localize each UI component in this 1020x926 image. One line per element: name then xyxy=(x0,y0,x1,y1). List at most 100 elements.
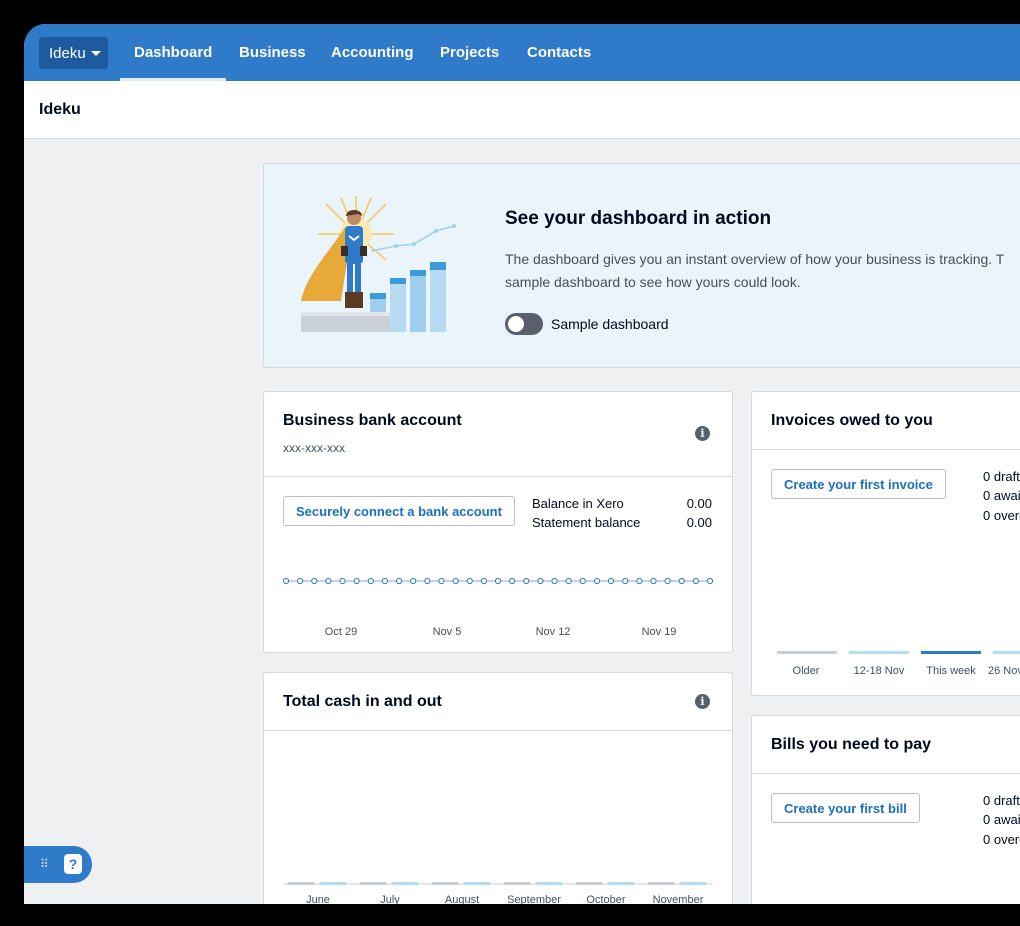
balance-point xyxy=(706,577,714,585)
invoice-bar-26-nov[interactable] xyxy=(993,651,1020,654)
balance-point xyxy=(410,577,417,585)
bills-overdue-count: 0 overc xyxy=(983,832,1020,847)
bank-balance-line-chart xyxy=(282,577,714,585)
balance-point xyxy=(311,577,318,585)
device-frame: Ideku Dashboard Business Accounting Proj… xyxy=(0,0,1020,926)
month-label: July xyxy=(380,894,400,904)
balance-point xyxy=(537,577,544,585)
invoices-owed-card: Invoices owed to you Create your first i… xyxy=(751,391,1020,696)
balance-point xyxy=(678,577,685,585)
balance-point xyxy=(282,577,290,585)
balance-point xyxy=(636,577,643,585)
sample-dashboard-toggle[interactable] xyxy=(505,313,543,335)
month-label: October xyxy=(586,894,626,904)
nav-tab-business[interactable]: Business xyxy=(239,24,306,81)
invoices-draft-count: 0 draft xyxy=(983,469,1020,484)
card-divider xyxy=(752,773,1020,774)
balance-point xyxy=(551,577,558,585)
month-label: August xyxy=(444,894,480,904)
cash-bar-chart xyxy=(284,882,712,885)
invoice-bar-12-18-nov[interactable] xyxy=(849,651,909,654)
invoices-card-title: Invoices owed to you xyxy=(771,412,933,429)
nav-tab-contacts[interactable]: Contacts xyxy=(527,24,591,81)
balance-point xyxy=(692,577,699,585)
invoice-bar-older[interactable] xyxy=(777,651,837,654)
banner-description-line-1: The dashboard gives you an instant overv… xyxy=(505,251,1005,267)
invoice-bucket-label: 12-18 Nov xyxy=(853,665,905,677)
balance-point xyxy=(466,577,473,585)
hero-illustration xyxy=(301,196,456,332)
invoice-bar-this-week[interactable] xyxy=(921,651,981,654)
invoices-overdue-count: 0 overc xyxy=(983,508,1020,523)
balance-point xyxy=(622,577,629,585)
balance-point xyxy=(452,577,459,585)
chart-date-label: Nov 12 xyxy=(535,626,571,638)
nav-tab-projects[interactable]: Projects xyxy=(440,24,499,81)
nav-tab-accounting[interactable]: Accounting xyxy=(331,24,414,81)
chart-date-label: Nov 5 xyxy=(432,626,462,638)
help-widget-button[interactable]: ⠿ ? xyxy=(24,846,92,883)
card-divider xyxy=(264,476,732,477)
nav-tab-dashboard[interactable]: Dashboard xyxy=(119,24,227,81)
invoices-awaiting-count: 0 awai xyxy=(983,488,1020,503)
cash-in-bar xyxy=(464,882,490,885)
balance-point xyxy=(480,577,487,585)
page-header: Ideku xyxy=(24,81,1020,139)
create-first-invoice-button[interactable]: Create your first invoice xyxy=(771,469,946,499)
info-icon[interactable]: i xyxy=(695,694,710,709)
balance-point xyxy=(509,577,516,585)
month-label: September xyxy=(507,894,561,904)
balance-point xyxy=(381,577,389,585)
balance-point xyxy=(339,577,346,585)
statement-balance-value: 0.00 xyxy=(686,515,712,530)
sample-dashboard-toggle-label: Sample dashboard xyxy=(551,316,669,332)
balance-in-xero-value: 0.00 xyxy=(686,496,712,511)
bills-card-title: Bills you need to pay xyxy=(771,736,932,753)
balance-point xyxy=(297,577,304,585)
org-switcher-button[interactable]: Ideku xyxy=(39,37,108,69)
cash-card-title: Total cash in and out xyxy=(283,693,442,710)
balance-point xyxy=(494,577,502,585)
card-divider xyxy=(264,730,732,731)
caret-down-icon xyxy=(90,50,101,56)
cash-out-bar xyxy=(360,882,386,885)
banner-description: The dashboard gives you an instant overv… xyxy=(505,248,1020,294)
bank-account-number: xxx-xxx-xxx xyxy=(283,441,345,455)
create-first-bill-button[interactable]: Create your first bill xyxy=(771,793,920,823)
cash-in-bar xyxy=(392,882,418,885)
chart-date-label: Nov 19 xyxy=(641,626,677,638)
banner-title: See your dashboard in action xyxy=(505,208,772,229)
chart-date-label: Oct 29 xyxy=(324,626,358,638)
cash-out-bar xyxy=(648,882,674,885)
bank-account-card-title: Business bank account xyxy=(283,412,462,429)
balance-in-xero-label: Balance in Xero xyxy=(532,496,624,511)
balance-point xyxy=(579,577,586,585)
cash-out-bar xyxy=(504,882,530,885)
drag-handle-icon[interactable]: ⠿ xyxy=(40,857,49,871)
bills-awaiting-count: 0 awai xyxy=(983,812,1020,827)
invoice-bucket-label: Older xyxy=(792,665,820,677)
org-switcher-label: Ideku xyxy=(49,44,86,62)
app-screen: Ideku Dashboard Business Accounting Proj… xyxy=(24,24,1020,904)
cash-in-out-card: Total cash in and out i June July August… xyxy=(263,672,733,904)
top-navigation: Ideku Dashboard Business Accounting Proj… xyxy=(24,24,1020,81)
sample-dashboard-banner: See your dashboard in action The dashboa… xyxy=(263,163,1020,368)
balance-point xyxy=(395,577,403,585)
balance-point xyxy=(523,577,530,585)
cash-out-bar xyxy=(432,882,458,885)
balance-point xyxy=(565,577,572,585)
cash-in-bar xyxy=(680,882,706,885)
bills-to-pay-card: Bills you need to pay Create your first … xyxy=(751,715,1020,904)
cash-in-bar xyxy=(608,882,634,885)
info-icon[interactable]: i xyxy=(695,426,710,441)
balance-point xyxy=(650,577,657,585)
balance-point xyxy=(325,577,332,585)
connect-bank-account-button[interactable]: Securely connect a bank account xyxy=(283,496,515,526)
page-title: Ideku xyxy=(39,101,81,118)
bank-account-card: Business bank account xxx-xxx-xxx i Secu… xyxy=(263,391,733,653)
balance-point xyxy=(607,577,615,585)
balance-point xyxy=(593,577,601,585)
balance-point xyxy=(353,577,360,585)
help-question-icon: ? xyxy=(64,854,82,874)
statement-balance-label: Statement balance xyxy=(532,515,641,530)
